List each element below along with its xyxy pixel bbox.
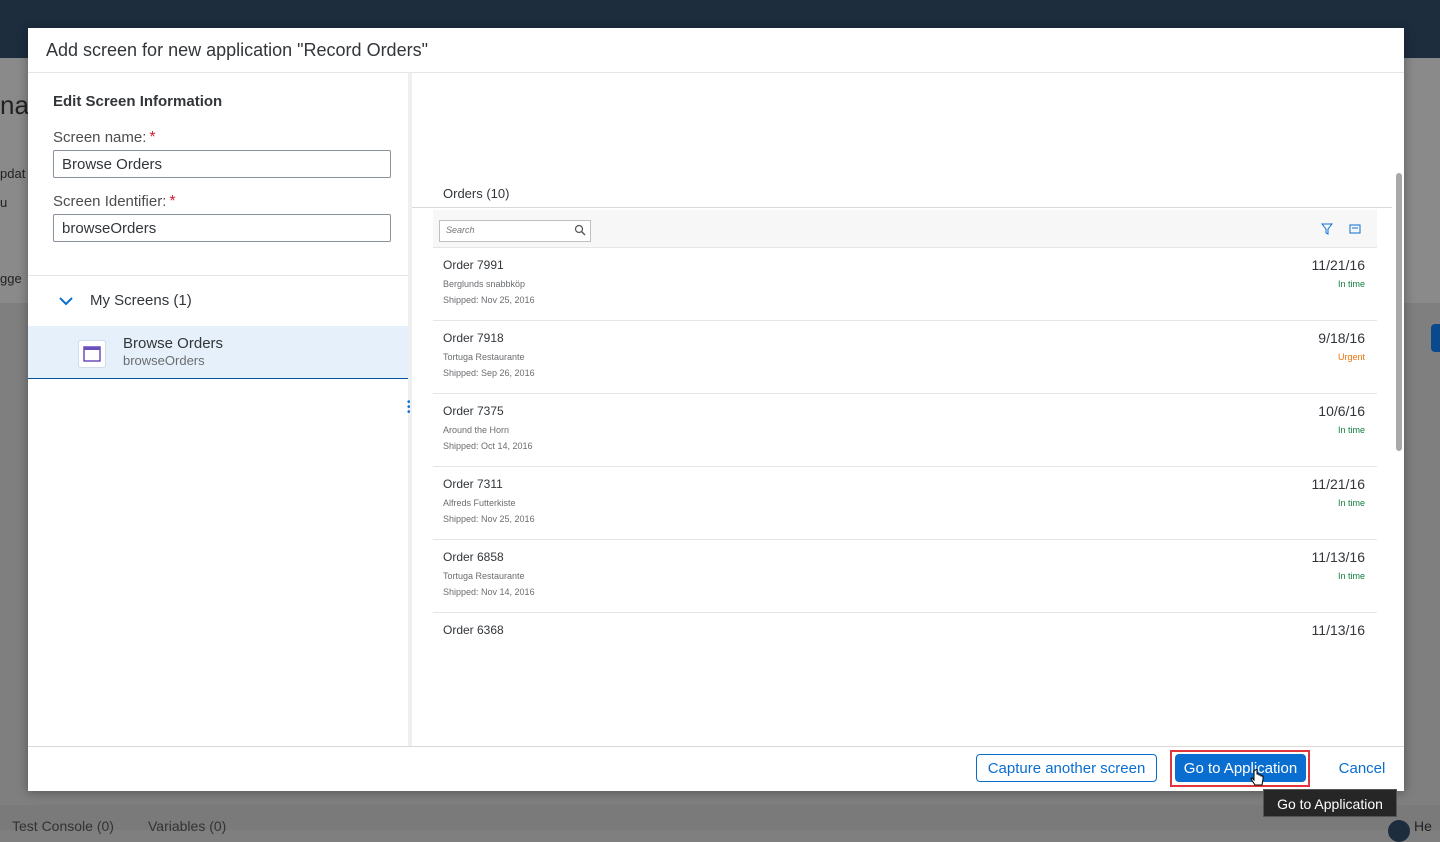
- tab-variables: Variables (0): [148, 818, 227, 834]
- app-text-fragment: u: [0, 195, 8, 210]
- orders-header-divider: [412, 207, 1392, 208]
- dialog-footer: Capture another screen Go to Application…: [28, 746, 1404, 791]
- required-marker: *: [169, 193, 176, 210]
- order-shipped-date: Shipped: Sep 26, 2016: [443, 368, 535, 378]
- cancel-button[interactable]: Cancel: [1330, 754, 1394, 782]
- app-side-button: [1431, 324, 1440, 352]
- help-label: He: [1414, 818, 1432, 834]
- required-marker: *: [149, 129, 156, 146]
- order-title: Order 7918: [443, 331, 504, 345]
- group-icon[interactable]: [1349, 223, 1361, 235]
- order-title: Order 7311: [443, 477, 503, 491]
- order-date: 11/21/16: [1311, 476, 1365, 492]
- screen-name-label-text: Screen name:: [53, 129, 147, 146]
- hand-cursor-icon: [1250, 769, 1264, 786]
- order-shipped-date: Shipped: Nov 25, 2016: [443, 514, 535, 524]
- order-customer: Tortuga Restaurante: [443, 571, 525, 581]
- my-screens-group[interactable]: My Screens (1): [28, 283, 408, 323]
- order-status: In time: [1337, 279, 1365, 289]
- order-customer: Tortuga Restaurante: [443, 352, 525, 362]
- app-text-fragment: pdat: [0, 166, 26, 181]
- order-status: In time: [1337, 425, 1365, 435]
- tree-item-browse-orders[interactable]: Browse Orders browseOrders: [28, 326, 408, 379]
- order-customer: Berglunds snabbköp: [443, 279, 526, 289]
- order-date: 11/13/16: [1311, 622, 1365, 638]
- go-to-application-tooltip: Go to Application: [1263, 789, 1397, 817]
- help-icon: [1388, 820, 1410, 842]
- order-date: 10/6/16: [1318, 403, 1365, 419]
- chevron-down-icon[interactable]: [58, 293, 74, 309]
- order-date: 9/18/16: [1318, 330, 1365, 346]
- search-field[interactable]: [439, 220, 591, 242]
- tab-test-console: Test Console (0): [12, 818, 114, 834]
- add-screen-dialog: Add screen for new application "Record O…: [28, 28, 1404, 791]
- order-status: Urgent: [1337, 352, 1365, 362]
- order-title: Order 7375: [443, 404, 504, 418]
- my-screens-label: My Screens (1): [90, 292, 192, 309]
- order-title: Order 6858: [443, 550, 504, 564]
- order-row[interactable]: Order 6368Alfreds Futterkiste11/13/16In …: [433, 613, 1377, 644]
- order-row[interactable]: Order 7918 Tortuga Restaurante Shipped: Se…: [433, 321, 1377, 394]
- order-shipped-date: Shipped: Nov 14, 2016: [443, 587, 535, 597]
- screen-identifier-label-text: Screen Identifier:: [53, 193, 167, 210]
- order-title: Order 7991: [443, 258, 504, 272]
- screen-icon: [78, 340, 106, 368]
- orders-toolbar: [433, 210, 1377, 248]
- orders-list: Order 7991 Berglunds snabbköp Shipped: Nov…: [433, 248, 1377, 644]
- order-date: 11/21/16: [1311, 257, 1365, 273]
- order-status: In time: [1337, 571, 1365, 581]
- order-customer: Around the Horn: [443, 425, 510, 435]
- go-to-application-button[interactable]: Go to Application: [1175, 754, 1306, 782]
- screen-name-input[interactable]: [53, 150, 391, 178]
- search-input[interactable]: [442, 222, 566, 238]
- capture-another-screen-button[interactable]: Capture another screen: [976, 754, 1157, 782]
- order-row[interactable]: Order 7311 Alfreds Futterkiste Shipped: No…: [433, 467, 1377, 540]
- tree-item-id: browseOrders: [123, 353, 205, 368]
- order-row[interactable]: Order 7375 Around the Horn Shipped: Oct 14…: [433, 394, 1377, 467]
- order-row[interactable]: Order 6858 Tortuga Restaurante Shipped: No…: [433, 540, 1377, 613]
- app-text-fragment: gge: [0, 271, 22, 286]
- order-row[interactable]: Order 7991 Berglunds snabbköp Shipped: Nov…: [433, 248, 1377, 321]
- order-date: 11/13/16: [1311, 549, 1365, 565]
- section-divider: [28, 275, 408, 276]
- tree-item-name: Browse Orders: [123, 335, 224, 352]
- screen-name-label: Screen name: *: [53, 129, 156, 147]
- screen-identifier-input[interactable]: [53, 214, 391, 242]
- order-status: In time: [1337, 498, 1365, 508]
- order-shipped-date: Shipped: Oct 14, 2016: [443, 441, 533, 451]
- edit-screen-info-heading: Edit Screen Information: [53, 93, 223, 110]
- search-icon[interactable]: [574, 224, 586, 236]
- order-shipped-date: Shipped: Nov 25, 2016: [443, 295, 535, 305]
- app-page-title: na: [0, 90, 29, 120]
- screen-preview: Orders (10) Order 7991 Berglunds snabbköp…: [412, 73, 1404, 746]
- screen-identifier-label: Screen Identifier: *: [53, 193, 176, 211]
- filter-icon[interactable]: [1321, 223, 1333, 235]
- preview-scrollbar[interactable]: [1396, 173, 1402, 451]
- screen-info-pane: Edit Screen Information Screen name:* Sc…: [28, 73, 408, 746]
- dialog-header: Add screen for new application "Record O…: [28, 28, 1404, 73]
- orders-list-title: Orders (10): [443, 186, 510, 201]
- order-customer: Alfreds Futterkiste: [443, 498, 516, 508]
- dialog-title: Add screen for new application "Record O…: [46, 40, 428, 60]
- splitter-grip-icon[interactable]: • • •: [407, 398, 411, 418]
- order-title: Order 6368: [443, 623, 504, 637]
